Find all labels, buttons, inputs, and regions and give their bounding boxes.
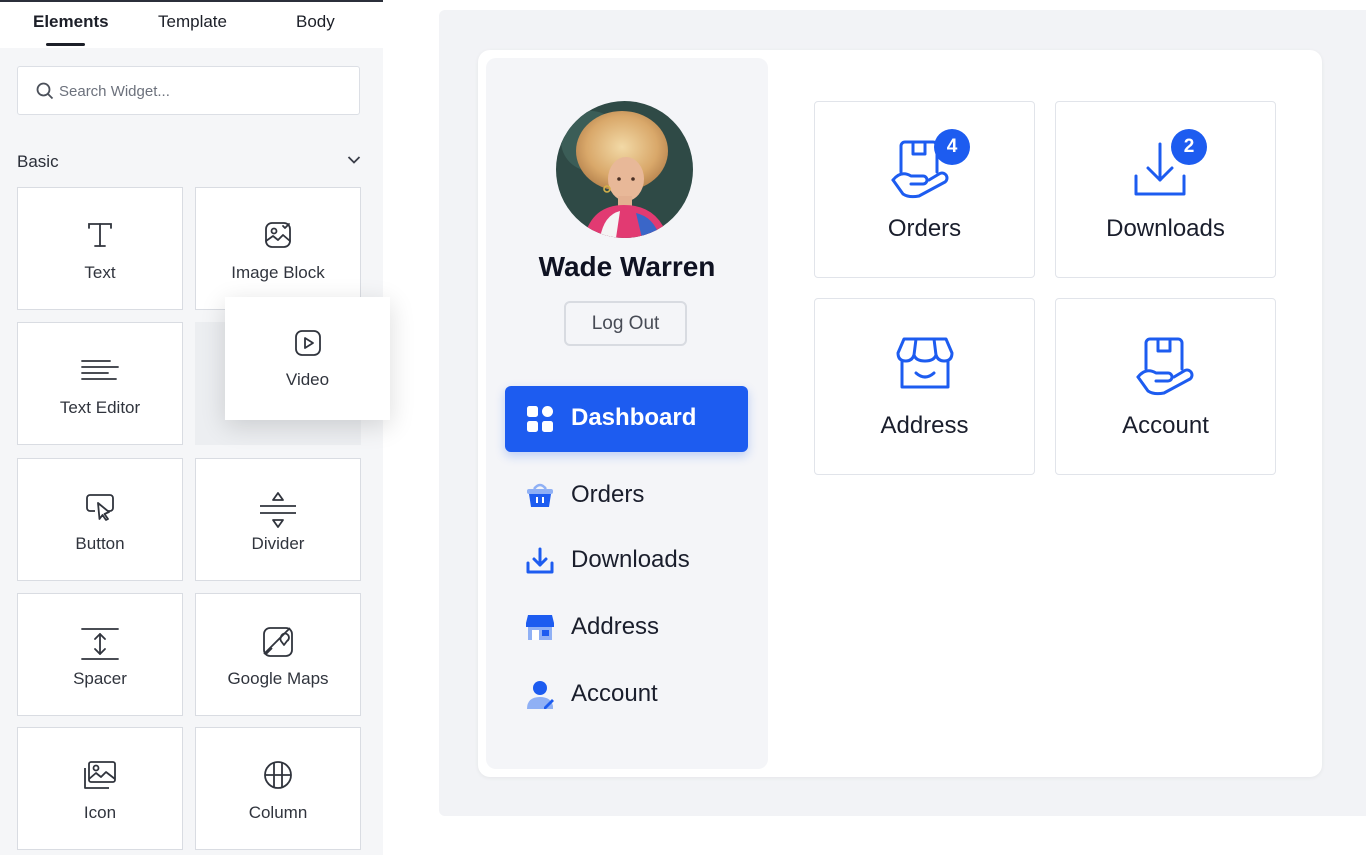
tab-template[interactable]: Template bbox=[158, 12, 227, 32]
widget-label: Column bbox=[248, 803, 308, 822]
nav-label: Dashboard bbox=[571, 404, 697, 431]
download-icon bbox=[526, 547, 554, 574]
divider-icon bbox=[260, 492, 296, 528]
widget-text[interactable]: Text bbox=[17, 187, 183, 310]
widget-label: Image Block bbox=[231, 263, 325, 282]
panel-top-border bbox=[0, 0, 383, 2]
widget-button[interactable]: Button bbox=[17, 458, 183, 581]
basket-icon bbox=[527, 483, 553, 507]
tile-label: Account bbox=[1122, 412, 1209, 439]
widget-divider[interactable]: Divider bbox=[195, 458, 361, 581]
logout-button[interactable]: Log Out bbox=[564, 301, 687, 346]
downloads-count-badge: 2 bbox=[1171, 129, 1207, 165]
section-title-basic[interactable]: Basic bbox=[17, 152, 59, 172]
chevron-down-icon[interactable] bbox=[347, 155, 361, 165]
map-icon bbox=[263, 627, 293, 657]
tab-body[interactable]: Body bbox=[296, 12, 335, 32]
widget-label: Divider bbox=[251, 534, 305, 553]
widget-icon[interactable]: Icon bbox=[17, 727, 183, 850]
dashboard-grid-icon bbox=[527, 406, 553, 432]
widget-label: Text Editor bbox=[59, 398, 141, 417]
widget-image-block[interactable]: Image Block bbox=[195, 187, 361, 310]
tile-label: Address bbox=[880, 412, 969, 439]
avatar bbox=[556, 101, 693, 238]
widget-spacer[interactable]: Spacer bbox=[17, 593, 183, 716]
nav-item-address[interactable]: Address bbox=[525, 607, 748, 647]
button-pointer-icon bbox=[86, 494, 114, 521]
widget-column[interactable]: Column bbox=[195, 727, 361, 850]
orders-count-badge: 4 bbox=[934, 129, 970, 165]
column-grid-icon bbox=[264, 761, 292, 789]
widget-label: Button bbox=[75, 534, 125, 553]
spacer-icon bbox=[81, 628, 119, 660]
text-editor-icon bbox=[81, 360, 119, 380]
widget-label: Video bbox=[285, 370, 330, 389]
tile-orders[interactable]: Orders bbox=[814, 101, 1035, 278]
store-icon bbox=[896, 337, 953, 389]
panel-tabs: Elements Template Body bbox=[0, 0, 383, 48]
nav-item-orders[interactable]: Orders bbox=[525, 475, 748, 515]
nav-label: Orders bbox=[571, 481, 645, 508]
search-widget-box bbox=[17, 66, 360, 115]
store-icon bbox=[526, 615, 554, 640]
text-icon bbox=[88, 223, 112, 247]
widget-google-maps[interactable]: Google Maps bbox=[195, 593, 361, 716]
widget-label: Icon bbox=[83, 803, 117, 822]
active-tab-indicator bbox=[46, 43, 85, 46]
widget-text-editor[interactable]: Text Editor bbox=[17, 322, 183, 445]
search-icon bbox=[36, 82, 54, 100]
tile-label: Orders bbox=[887, 215, 962, 242]
widget-label: Google Maps bbox=[227, 669, 329, 688]
search-input[interactable] bbox=[59, 80, 349, 102]
tile-downloads[interactable]: Downloads bbox=[1055, 101, 1276, 278]
widget-label: Text bbox=[84, 263, 116, 282]
nav-item-account[interactable]: Account bbox=[525, 674, 748, 714]
user-name: Wade Warren bbox=[538, 251, 716, 282]
image-icon bbox=[84, 761, 116, 789]
nav-item-dashboard[interactable]: Dashboard bbox=[505, 386, 748, 452]
image-block-icon bbox=[265, 222, 291, 248]
widget-video-dragging[interactable]: Video bbox=[225, 297, 390, 420]
nav-label: Address bbox=[571, 613, 660, 640]
tab-elements[interactable]: Elements bbox=[33, 12, 109, 32]
tile-label: Downloads bbox=[1106, 215, 1225, 242]
nav-item-downloads[interactable]: Downloads bbox=[525, 540, 748, 580]
user-edit-icon bbox=[527, 681, 554, 709]
box-hand-icon bbox=[1136, 337, 1193, 396]
video-play-icon bbox=[294, 330, 321, 356]
tile-address[interactable]: Address bbox=[814, 298, 1035, 475]
widget-label: Spacer bbox=[73, 669, 127, 688]
nav-label: Account bbox=[571, 680, 658, 707]
widget-panel: Elements Template Body Basic Text Image … bbox=[0, 0, 390, 855]
nav-label: Downloads bbox=[571, 546, 690, 573]
tile-account[interactable]: Account bbox=[1055, 298, 1276, 475]
